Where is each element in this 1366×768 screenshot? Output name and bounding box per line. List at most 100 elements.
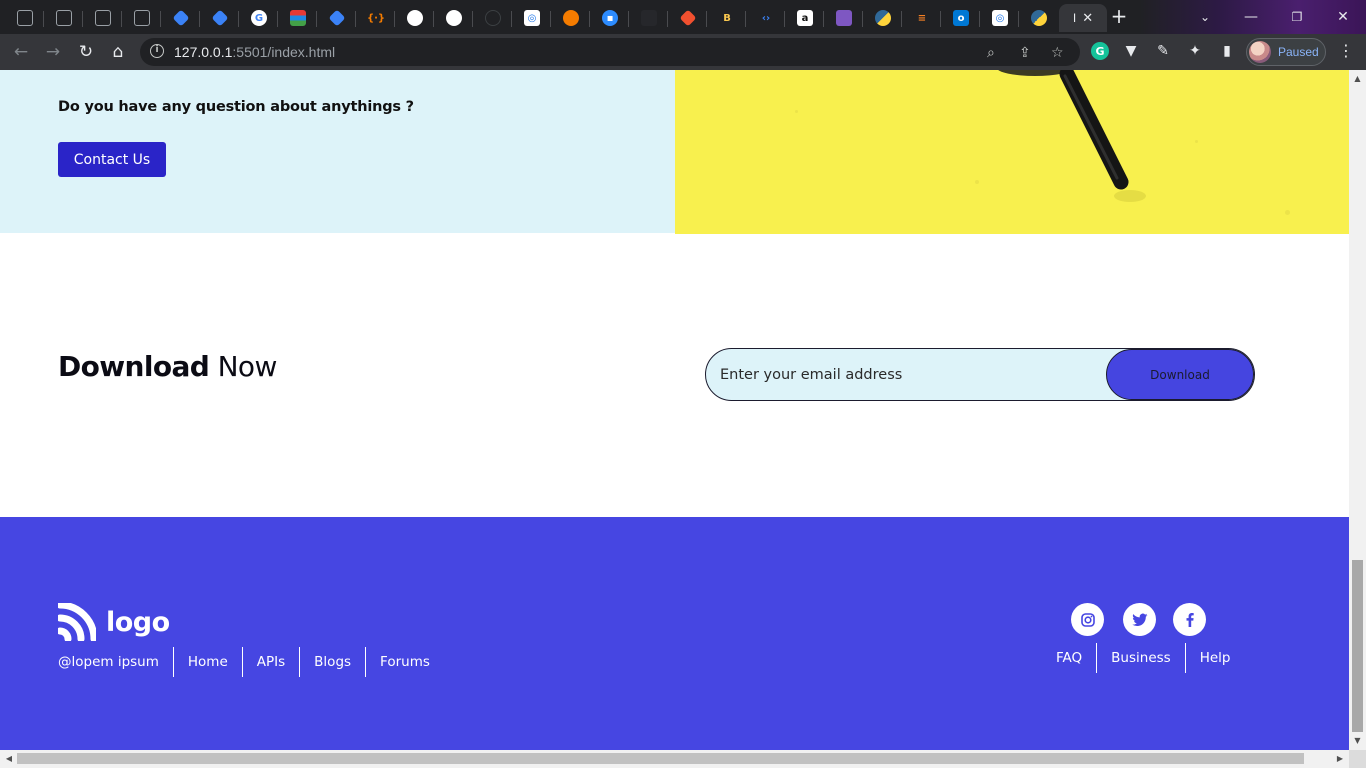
close-tab-icon[interactable]: ✕ <box>1082 11 1093 26</box>
browser-tab[interactable]: ≡ <box>903 4 941 32</box>
share-icon[interactable]: ⇪ <box>1019 45 1031 61</box>
browser-tab[interactable] <box>318 4 356 32</box>
footer-link-apis[interactable]: APIs <box>241 647 299 677</box>
restore-button[interactable]: ❐ <box>1274 0 1320 34</box>
close-window-button[interactable]: ✕ <box>1320 0 1366 34</box>
horizontal-scroll-thumb[interactable] <box>17 753 1304 764</box>
footer-link-help[interactable]: Help <box>1184 643 1245 673</box>
footer-nav-right: FAQ Business Help <box>1044 643 1244 673</box>
footer-link-forums[interactable]: Forums <box>365 647 444 677</box>
diamond-icon <box>328 9 346 27</box>
browser-tab[interactable] <box>45 4 83 32</box>
git-icon <box>679 9 697 27</box>
footer-link-faq[interactable]: FAQ <box>1044 643 1096 673</box>
footer-copyright: @lopem ipsum <box>58 654 159 670</box>
browser-tab[interactable] <box>84 4 122 32</box>
footer-link-home[interactable]: Home <box>172 647 242 677</box>
facebook-icon[interactable] <box>1173 603 1206 636</box>
magnifier-image <box>675 70 1349 234</box>
site-footer: logo @lopem ipsum Home APIs Blogs Forums… <box>0 517 1349 750</box>
back-arrow-icon[interactable]: ← <box>9 40 33 64</box>
grammarly-extension-icon[interactable]: G <box>1091 42 1109 60</box>
browser-tab[interactable] <box>630 4 668 32</box>
download-form: Download <box>705 348 1255 401</box>
vertical-scrollbar[interactable]: ▲ ▼ <box>1349 70 1366 750</box>
tab-search-chevron-icon[interactable]: ⌄ <box>1182 0 1228 34</box>
scroll-left-arrow-icon[interactable]: ◀ <box>2 750 16 768</box>
site-info-icon[interactable]: i <box>150 44 164 58</box>
scrollbar-corner <box>1349 750 1366 768</box>
rss-logo-icon <box>58 603 96 641</box>
browser-tab[interactable] <box>435 4 473 32</box>
browser-tab[interactable]: G <box>240 4 278 32</box>
purple-app-icon <box>836 10 852 26</box>
extensions-puzzle-icon[interactable]: ✦ <box>1186 42 1204 60</box>
browser-tab[interactable]: ‹› <box>747 4 785 32</box>
address-bar[interactable]: i 127.0.0.1:5501/index.html ⌕ ⇪ ☆ <box>140 38 1080 66</box>
browser-tab[interactable]: ▪ <box>591 4 629 32</box>
twitter-icon[interactable] <box>1123 603 1156 636</box>
vertical-scroll-thumb[interactable] <box>1352 560 1363 732</box>
profile-button[interactable]: Paused <box>1246 38 1326 66</box>
browser-tab[interactable]: o <box>942 4 980 32</box>
email-input[interactable] <box>720 362 1100 388</box>
browser-menu-icon[interactable]: ⋮ <box>1338 42 1354 62</box>
scroll-up-arrow-icon[interactable]: ▲ <box>1349 72 1366 86</box>
magnifier-handle-icon <box>998 70 1146 202</box>
browser-tab[interactable]: {·} <box>357 4 395 32</box>
browser-tab[interactable]: B <box>708 4 746 32</box>
pen-extension-icon[interactable]: ✎ <box>1154 42 1172 60</box>
browser-tab[interactable] <box>396 4 434 32</box>
reload-icon[interactable]: ↻ <box>74 40 98 64</box>
browser-tab[interactable] <box>864 4 902 32</box>
logo-text: logo <box>106 606 170 638</box>
scroll-down-arrow-icon[interactable]: ▼ <box>1349 734 1366 748</box>
footer-logo[interactable]: logo <box>58 602 170 642</box>
horizontal-scrollbar[interactable]: ◀ ▶ <box>0 750 1349 768</box>
outlook-icon: o <box>953 10 969 26</box>
browser-tab[interactable]: ◎ <box>513 4 551 32</box>
camera-icon: ◎ <box>992 10 1008 26</box>
footer-link-blogs[interactable]: Blogs <box>299 647 365 677</box>
profile-status: Paused <box>1278 45 1319 59</box>
stack-icon <box>290 10 306 26</box>
minimize-button[interactable]: — <box>1228 0 1274 34</box>
browser-tab[interactable] <box>162 4 200 32</box>
browser-tab[interactable] <box>825 4 863 32</box>
json-icon: {·} <box>366 12 386 24</box>
new-tab-button[interactable]: + <box>1107 5 1131 29</box>
forward-arrow-icon[interactable]: → <box>41 40 65 64</box>
side-panel-icon[interactable]: ▮ <box>1218 42 1236 60</box>
contact-us-button[interactable]: Contact Us <box>58 142 166 177</box>
browser-tab[interactable] <box>123 4 161 32</box>
bookmark-star-icon[interactable]: ☆ <box>1051 45 1064 61</box>
browser-tab[interactable] <box>1020 4 1058 32</box>
browser-tab[interactable] <box>669 4 707 32</box>
footer-nav-left: @lopem ipsum Home APIs Blogs Forums <box>58 647 444 677</box>
browser-tab[interactable]: a <box>786 4 824 32</box>
blank-icon <box>95 10 111 26</box>
contact-question: Do you have any question about anythings… <box>58 99 414 115</box>
stackoverflow-icon: ≡ <box>917 12 927 24</box>
diamond-icon <box>172 9 190 27</box>
browser-tab[interactable] <box>201 4 239 32</box>
active-browser-tab[interactable]: I ✕ <box>1059 4 1107 32</box>
avatar <box>1249 41 1271 63</box>
scroll-right-arrow-icon[interactable]: ▶ <box>1333 750 1347 768</box>
instagram-icon[interactable] <box>1071 603 1104 636</box>
browser-tab[interactable] <box>6 4 44 32</box>
globe-icon <box>407 10 423 26</box>
browser-tab[interactable] <box>474 4 512 32</box>
browser-tab[interactable]: ◎ <box>981 4 1019 32</box>
footer-link-business[interactable]: Business <box>1096 643 1185 673</box>
blank-icon <box>17 10 33 26</box>
blank-icon <box>134 10 150 26</box>
browser-tab[interactable] <box>279 4 317 32</box>
amazon-icon: a <box>797 10 813 26</box>
zoom-icon[interactable]: ⌕ <box>987 45 995 61</box>
home-icon[interactable]: ⌂ <box>106 40 130 64</box>
download-button[interactable]: Download <box>1106 349 1254 400</box>
browser-tab[interactable] <box>552 4 590 32</box>
address-url[interactable]: 127.0.0.1:5501/index.html <box>174 44 335 60</box>
vpn-extension-icon[interactable]: ▼ <box>1122 42 1140 60</box>
